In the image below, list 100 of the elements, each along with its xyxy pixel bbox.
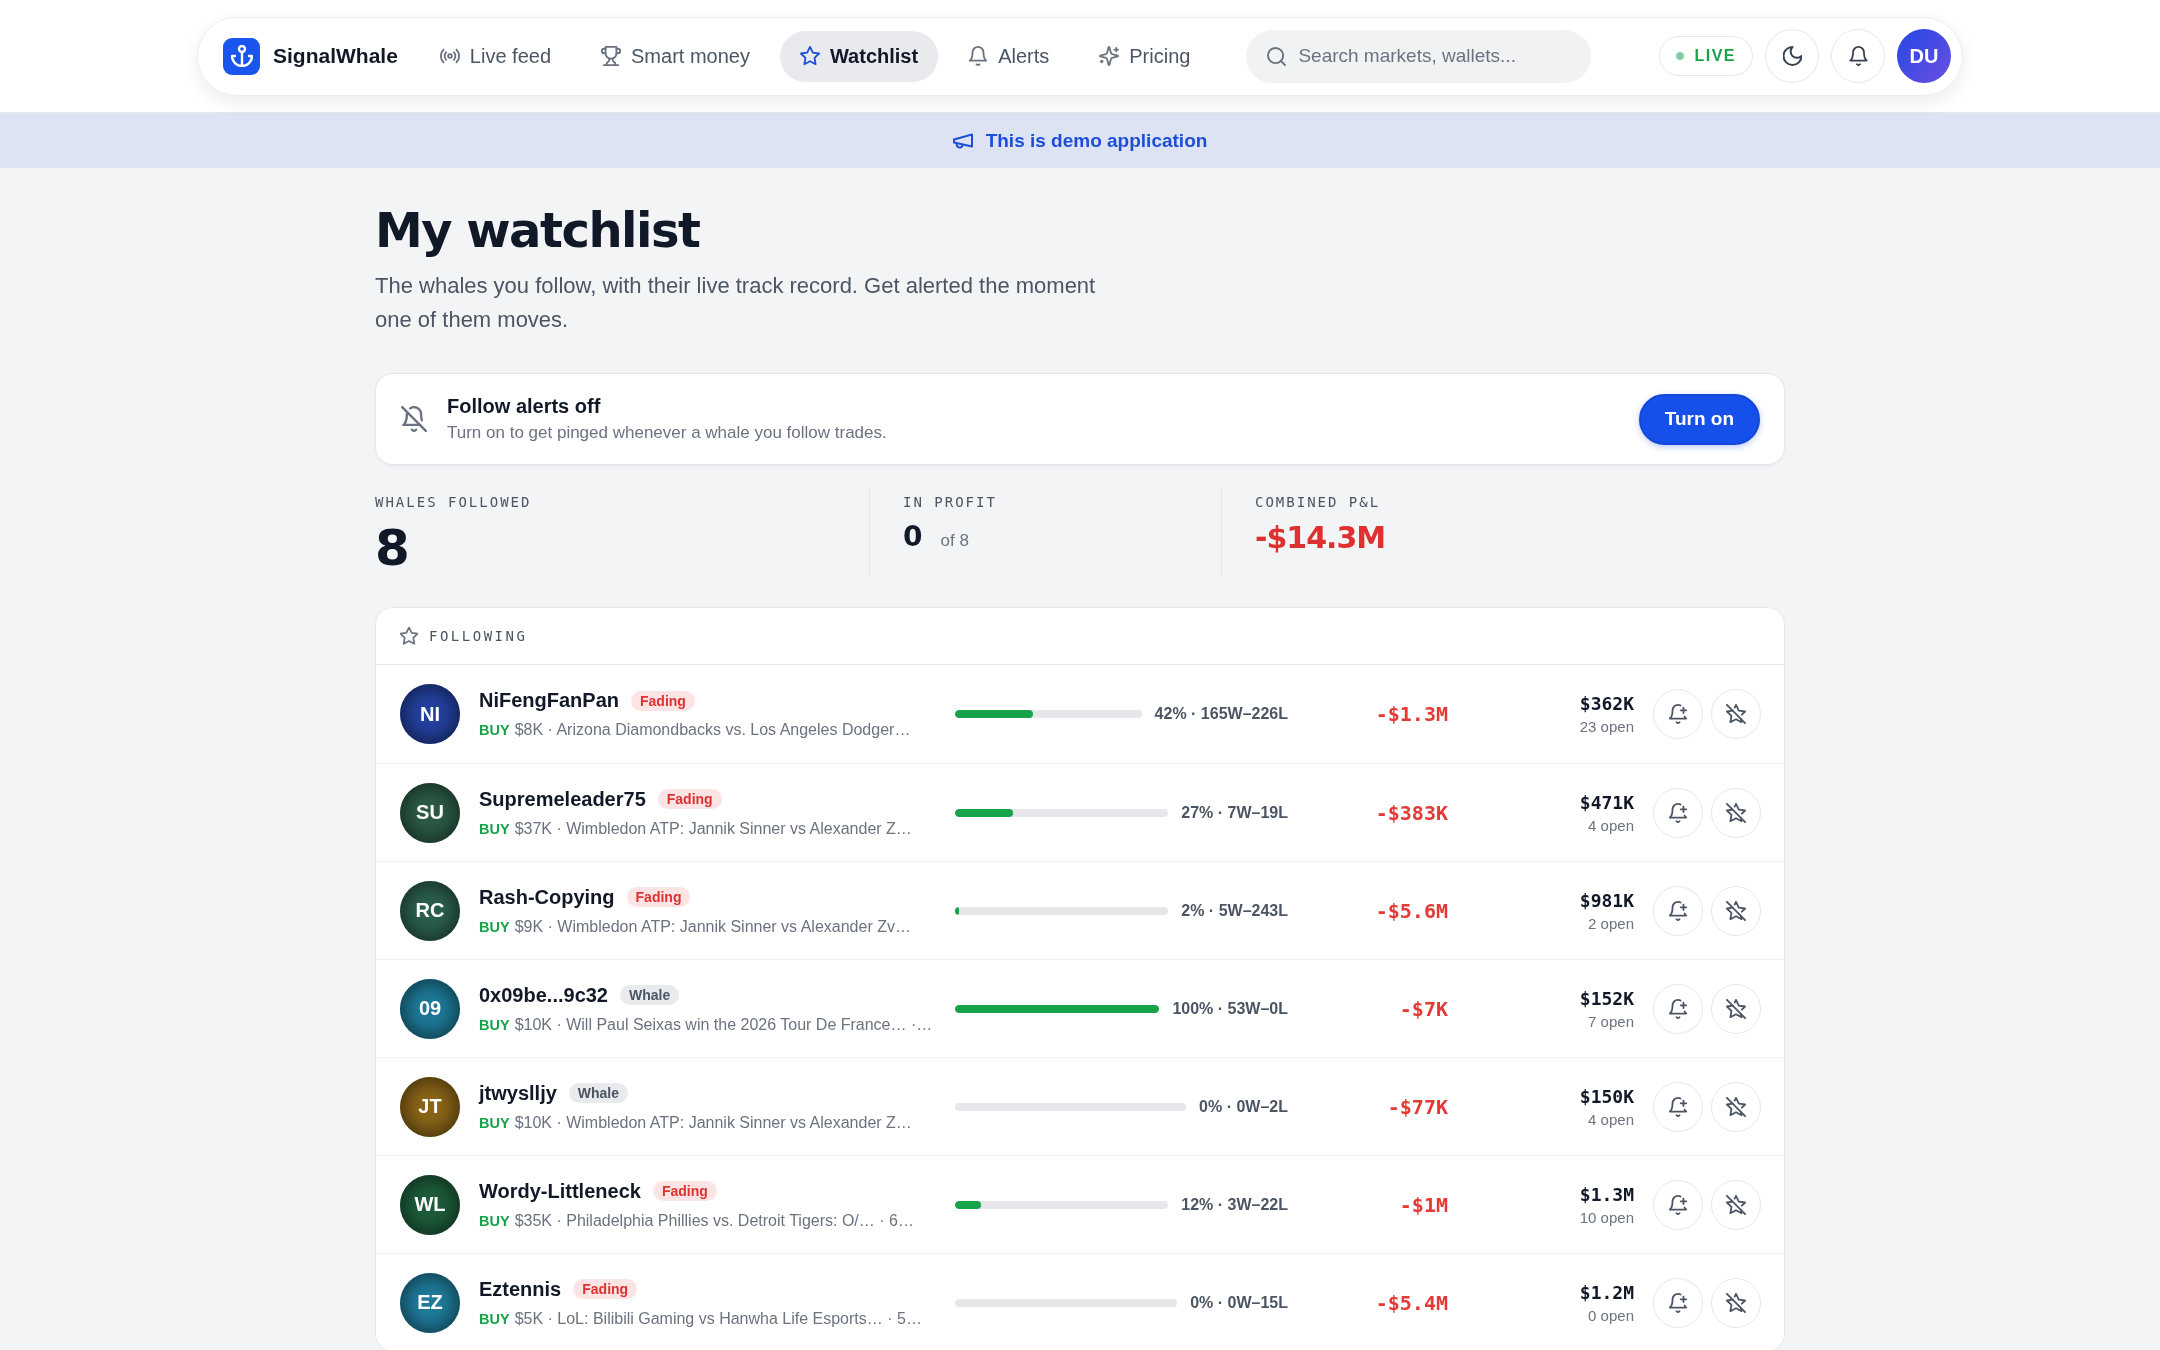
last-trade: BUY $8K · Arizona Diamondbacks vs. Los Angeles Dodger…	[479, 721, 911, 739]
portfolio-value: $362K	[1578, 693, 1634, 714]
last-trade: BUY $10K · Will Paul Seixas win the 2026 Tour De France… ·…	[479, 1015, 933, 1034]
status-tag: Fading	[626, 887, 691, 907]
page-subtitle: The whales you follow, with their live track record. Get alerted the moment one of them moves.	[375, 272, 1097, 334]
pnl-value: -$1.3M	[1375, 702, 1448, 726]
megaphone-icon	[952, 132, 973, 149]
turn-on-button[interactable]: Turn on	[1638, 393, 1760, 445]
win-loss-record: 0% · 0W–15L	[1190, 1293, 1288, 1312]
whale-name[interactable]: NiFengFanPan	[479, 689, 619, 712]
pnl-value: -$1M	[1399, 1192, 1448, 1217]
portfolio-value: $1.2M	[1578, 1281, 1634, 1303]
alert-button[interactable]	[1653, 787, 1703, 838]
avatar: EZ	[400, 1272, 460, 1333]
sparkle-icon	[1099, 46, 1120, 66]
search-icon	[1267, 46, 1287, 66]
alert-button[interactable]	[1653, 1081, 1703, 1132]
user-avatar[interactable]: DU	[1897, 29, 1951, 83]
broadcast-icon	[439, 46, 460, 66]
stat-value: 8	[375, 523, 410, 573]
last-trade: BUY $9K · Wimbledon ATP: Jannik Sinner vs Alexander Zv…	[479, 917, 911, 936]
win-loss-record: 2% · 5W–243L	[1181, 901, 1288, 920]
section-title: FOLLOWING	[429, 628, 528, 644]
unfollow-button[interactable]	[1711, 885, 1761, 936]
alert-button[interactable]	[1653, 1277, 1703, 1328]
avatar: JT	[400, 1076, 460, 1137]
theme-toggle-button[interactable]	[1765, 29, 1819, 83]
avatar: 09	[400, 978, 460, 1039]
status-tag: Whale	[620, 985, 680, 1005]
star-off-icon	[1726, 802, 1746, 823]
whale-name[interactable]: Rash-Copying	[479, 885, 615, 909]
open-positions: 4 open	[1587, 1110, 1634, 1128]
stat-label: IN PROFIT	[903, 494, 998, 510]
open-positions: 0 open	[1587, 1306, 1634, 1324]
bell-icon	[1848, 46, 1868, 66]
nav-tab[interactable]: Alerts	[948, 30, 1070, 82]
portfolio-value: $981K	[1578, 889, 1634, 911]
status-tag: Whale	[568, 1083, 629, 1103]
unfollow-button[interactable]	[1711, 689, 1761, 739]
pnl-value: -$5.6M	[1375, 898, 1448, 923]
avatar: WL	[400, 1174, 460, 1235]
search-field[interactable]: Search markets, wallets...	[1246, 29, 1592, 83]
portfolio-value: $1.3M	[1578, 1183, 1634, 1205]
whale-name[interactable]: Eztennis	[479, 1277, 562, 1301]
avatar: NI	[400, 684, 460, 744]
last-trade: BUY $10K · Wimbledon ATP: Jannik Sinner vs Alexander Z…	[479, 1113, 912, 1132]
whale-name[interactable]: Wordy-Littleneck	[479, 1179, 641, 1203]
open-positions: 4 open	[1587, 816, 1634, 834]
stat-suffix: of 8	[940, 531, 969, 551]
anchor-icon[interactable]	[223, 37, 260, 75]
win-loss-record: 0% · 0W–2L	[1199, 1097, 1288, 1116]
pnl-value: -$7K	[1399, 996, 1448, 1021]
portfolio-value: $150K	[1578, 1085, 1634, 1107]
bell-plus-icon	[1668, 802, 1688, 823]
page-title: My watchlist	[375, 202, 701, 258]
whale-name[interactable]: Supremeleader75	[479, 787, 646, 811]
alert-title: Follow alerts off	[447, 395, 602, 418]
unfollow-button[interactable]	[1711, 1277, 1761, 1328]
alert-button[interactable]	[1653, 689, 1703, 739]
unfollow-button[interactable]	[1711, 787, 1761, 838]
pnl-value: -$383K	[1375, 800, 1448, 825]
win-loss-record: 27% · 7W–19L	[1181, 803, 1288, 822]
stat-label: COMBINED P&L	[1255, 494, 1382, 510]
unfollow-button[interactable]	[1711, 1081, 1761, 1132]
open-positions: 23 open	[1578, 718, 1634, 735]
unfollow-button[interactable]	[1711, 983, 1761, 1034]
stat-value: -$14.3M	[1255, 523, 1386, 553]
bell-plus-icon	[1668, 1292, 1688, 1313]
nav-tab[interactable]: Smart money	[581, 30, 770, 82]
win-loss-record: 42% · 165W–226L	[1154, 705, 1288, 723]
bell-icon	[968, 46, 989, 66]
open-positions: 7 open	[1587, 1012, 1634, 1030]
star-off-icon	[1726, 998, 1746, 1019]
moon-icon	[1782, 46, 1802, 66]
brand-name[interactable]: SignalWhale	[273, 44, 398, 68]
whale-name[interactable]: 0x09be...9c32	[479, 983, 608, 1007]
status-dot-icon	[1676, 52, 1685, 60]
alert-button[interactable]	[1653, 983, 1703, 1034]
star-off-icon	[1726, 704, 1746, 724]
status-tag: Fading	[657, 789, 722, 809]
whale-name[interactable]: jtwyslljy	[479, 1081, 557, 1105]
bell-plus-icon	[1668, 1194, 1688, 1215]
status-tag: Fading	[573, 1279, 638, 1299]
star-off-icon	[1726, 1096, 1746, 1117]
stat-value: 0	[903, 523, 923, 551]
notifications-button[interactable]	[1831, 29, 1885, 83]
open-positions: 10 open	[1578, 1208, 1634, 1226]
last-trade: BUY $37K · Wimbledon ATP: Jannik Sinner vs Alexander Z…	[479, 819, 912, 838]
avatar: SU	[400, 782, 460, 843]
nav-tab[interactable]: Watchlist	[779, 30, 939, 82]
last-trade: BUY $35K · Philadelphia Phillies vs. Detroit Tigers: O/… · 6…	[479, 1211, 914, 1230]
nav-tab[interactable]: Live feed	[419, 30, 572, 82]
win-loss-record: 12% · 3W–22L	[1181, 1195, 1288, 1214]
unfollow-button[interactable]	[1711, 1179, 1761, 1230]
bell-plus-icon	[1668, 1096, 1688, 1117]
nav-tab[interactable]: Pricing	[1079, 30, 1211, 82]
open-positions: 2 open	[1587, 914, 1634, 932]
star-icon	[400, 627, 418, 645]
alert-button[interactable]	[1653, 1179, 1703, 1230]
alert-button[interactable]	[1653, 885, 1703, 936]
